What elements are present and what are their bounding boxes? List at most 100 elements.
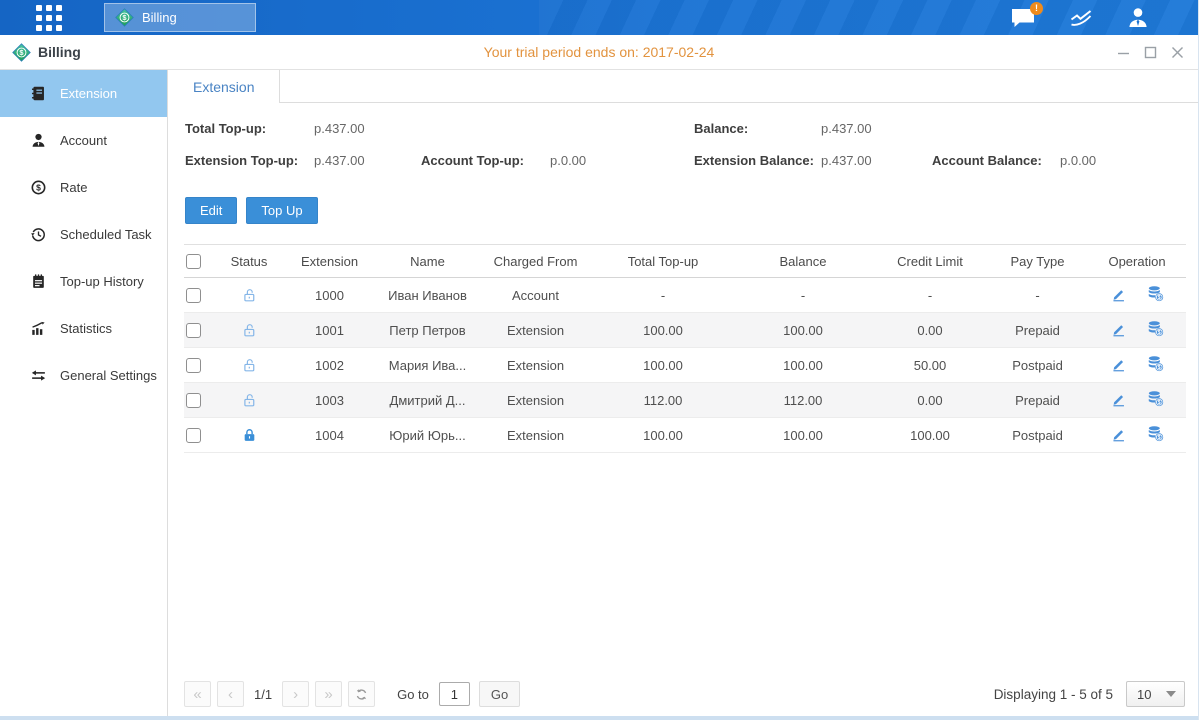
trial-notice: Your trial period ends on: 2017-02-24 [0,44,1198,60]
total-topup-label: Total Top-up: [185,121,266,136]
col-extension: Extension [282,245,377,278]
billing-app-window: $ Billing ! [0,0,1199,720]
apps-grid-icon[interactable] [36,5,62,31]
topup-coins-icon[interactable]: $ [1146,424,1165,443]
row-checkbox[interactable] [186,358,201,373]
topup-coins-icon[interactable]: $ [1146,284,1165,303]
cell-name: Мария Ива... [377,348,478,383]
refresh-button[interactable] [348,681,375,707]
table-row[interactable]: 1003 Дмитрий Д... Extension 112.00 112.0… [184,383,1186,418]
sidebar-item-rate[interactable]: $ Rate [0,164,167,211]
col-name: Name [377,245,478,278]
toolbar: Edit Top Up [185,197,1198,224]
cell-total-topup: 100.00 [593,348,733,383]
activity-chart-icon[interactable] [1068,7,1094,29]
prev-page-button[interactable]: ‹ [217,681,244,707]
maximize-icon[interactable] [1144,46,1157,59]
row-checkbox[interactable] [186,323,201,338]
first-page-button[interactable]: « [184,681,211,707]
cell-pay-type: Prepaid [987,313,1088,348]
table-row[interactable]: 1002 Мария Ива... Extension 100.00 100.0… [184,348,1186,383]
cell-balance: - [733,278,873,313]
edit-pencil-icon[interactable] [1110,285,1128,303]
cell-balance: 100.00 [733,418,873,453]
last-page-icon: » [324,686,332,703]
minimize-icon[interactable] [1117,46,1130,59]
row-checkbox[interactable] [186,288,201,303]
cell-credit-limit: 100.00 [873,418,987,453]
account-balance-value: p.0.00 [1060,153,1096,168]
cell-balance: 100.00 [733,313,873,348]
prev-page-icon: ‹ [228,686,233,703]
cell-total-topup: - [593,278,733,313]
sidebar-item-label: Statistics [60,321,112,336]
cell-charged-from: Extension [478,348,593,383]
table-row[interactable]: 1001 Петр Петров Extension 100.00 100.00… [184,313,1186,348]
cell-credit-limit: - [873,278,987,313]
cell-pay-type: Prepaid [987,383,1088,418]
topup-coins-icon[interactable]: $ [1146,389,1165,408]
balance-label: Balance: [694,121,748,136]
edit-pencil-icon[interactable] [1110,390,1128,408]
extension-balance-value: p.437.00 [821,153,872,168]
select-all-checkbox[interactable] [186,254,201,269]
window-titlebar: $ Billing Your trial period ends on: 201… [0,35,1198,70]
page-indicator: 1/1 [254,687,272,702]
chevron-down-icon [1166,691,1176,697]
messages-icon[interactable]: ! [1010,7,1036,29]
cell-extension: 1002 [282,348,377,383]
cell-name: Иван Иванов [377,278,478,313]
edit-pencil-icon[interactable] [1110,425,1128,443]
lock-open-icon[interactable] [241,357,258,374]
row-checkbox[interactable] [186,428,201,443]
tab-label: Extension [193,79,254,95]
scheduled-task-icon [30,226,47,243]
cell-credit-limit: 0.00 [873,313,987,348]
tab-bar-spacer [280,70,1198,103]
cell-pay-type: Postpaid [987,348,1088,383]
svg-text:$: $ [36,183,41,193]
table-row[interactable]: 1000 Иван Иванов Account - - - - [184,278,1186,313]
topup-coins-icon[interactable]: $ [1146,319,1165,338]
sidebar-item-topup-history[interactable]: Top-up History [0,258,167,305]
sidebar-item-account[interactable]: Account [0,117,167,164]
cell-balance: 112.00 [733,383,873,418]
taskbar-billing-tab[interactable]: $ Billing [104,3,256,32]
table-row[interactable]: 1004 Юрий Юрь... Extension 100.00 100.00… [184,418,1186,453]
edit-pencil-icon[interactable] [1110,355,1128,373]
account-icon [30,132,47,149]
cell-charged-from: Extension [478,383,593,418]
sidebar-item-general-settings[interactable]: General Settings [0,352,167,399]
edit-button[interactable]: Edit [185,197,237,224]
window-bottom-edge [0,716,1198,720]
svg-text:$: $ [1157,400,1160,406]
sidebar-item-statistics[interactable]: Statistics [0,305,167,352]
lock-closed-icon[interactable] [241,427,258,444]
last-page-button[interactable]: » [315,681,342,707]
row-checkbox[interactable] [186,393,201,408]
go-button[interactable]: Go [479,681,520,707]
cell-total-topup: 100.00 [593,313,733,348]
lock-open-icon[interactable] [241,392,258,409]
topup-coins-icon[interactable]: $ [1146,354,1165,373]
topup-button[interactable]: Top Up [246,197,317,224]
taskbar: $ Billing ! [0,0,1198,35]
edit-pencil-icon[interactable] [1110,320,1128,338]
cell-pay-type: Postpaid [987,418,1088,453]
goto-page-input[interactable] [439,682,470,706]
close-icon[interactable] [1171,46,1184,59]
statistics-icon [30,320,47,337]
next-page-button[interactable]: › [282,681,309,707]
lock-open-icon[interactable] [241,322,258,339]
account-topup-label: Account Top-up: [421,153,524,168]
col-credit-limit: Credit Limit [873,245,987,278]
col-operation: Operation [1088,245,1186,278]
lock-open-icon[interactable] [241,287,258,304]
sidebar-item-scheduled-task[interactable]: Scheduled Task [0,211,167,258]
cell-name: Дмитрий Д... [377,383,478,418]
notification-badge: ! [1030,2,1043,15]
user-icon[interactable] [1126,6,1150,30]
sidebar-item-extension[interactable]: Extension [0,70,167,117]
tab-extension[interactable]: Extension [168,70,280,103]
page-size-select[interactable]: 10 [1126,681,1185,707]
